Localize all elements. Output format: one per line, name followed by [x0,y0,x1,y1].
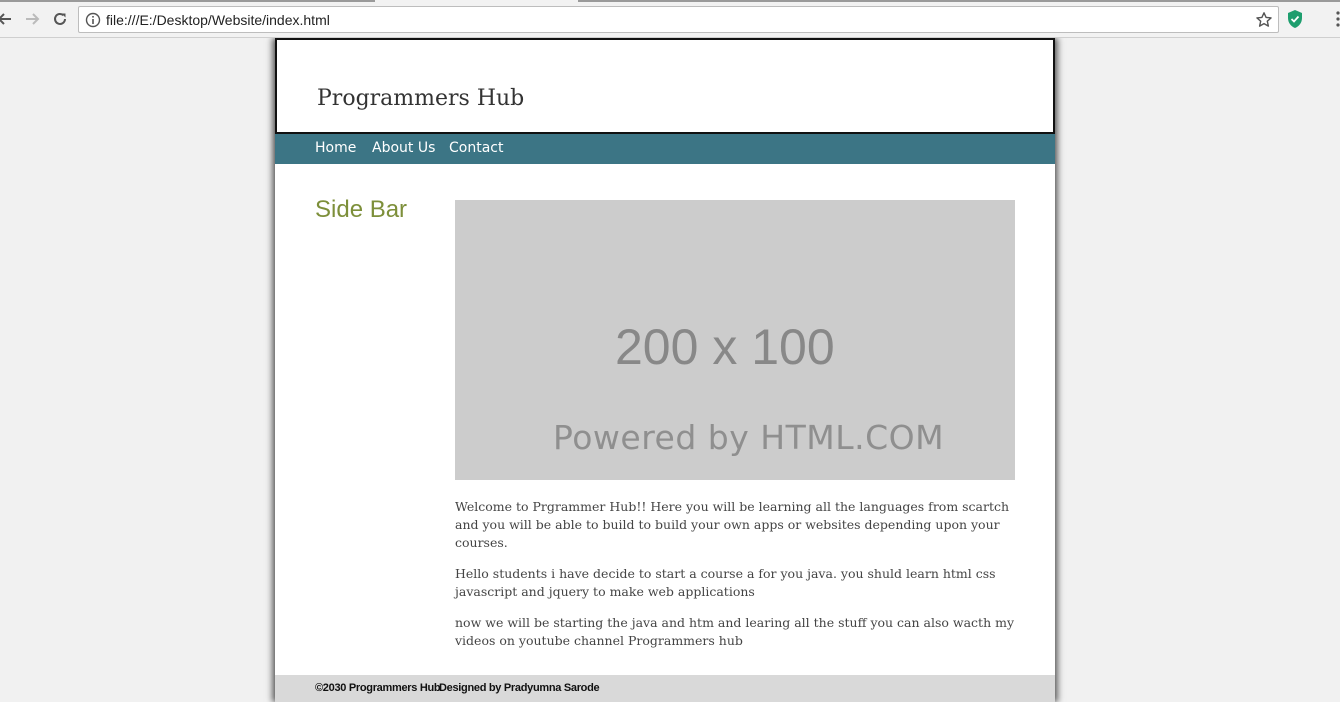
page-container: Programmers Hub Home About Us Contact Si… [275,38,1055,702]
footer-copyright: ©2030 Programmers Hub [315,682,441,694]
main-nav: Home About Us Contact [275,134,1055,164]
content-paragraph: now we will be starting the java and htm… [455,615,1015,648]
bookmark-star-icon[interactable] [1255,11,1273,29]
nav-link-home[interactable]: Home [315,140,356,156]
forward-arrow-icon [26,13,40,25]
nav-link-contact[interactable]: Contact [449,140,503,156]
browser-menu-icon[interactable] [1318,9,1340,29]
tab-strip-edge [0,0,375,2]
forward-button[interactable] [21,8,43,30]
placeholder-image: 200 x 100 Powered by HTML.COM [455,200,1015,480]
address-bar-url[interactable]: file:///E:/Desktop/Website/index.html [106,12,330,28]
footer-designer-name: Pradyumna Sarode [503,682,600,694]
info-icon[interactable] [85,12,101,28]
placeholder-powered-by: Powered by HTML.COM [553,418,945,457]
back-arrow-icon [0,13,11,25]
back-button[interactable] [0,8,16,30]
placeholder-dimensions: 200 x 100 [615,319,835,375]
site-header: Programmers Hub [275,38,1055,134]
browser-toolbar: file:///E:/Desktop/Website/index.html [0,0,1340,38]
reload-icon [54,12,66,25]
content-paragraph: Welcome to Prgrammer Hub!! Here you will… [455,499,1010,550]
page-viewport: Programmers Hub Home About Us Contact Si… [0,38,1340,702]
main-content: Welcome to Prgrammer Hub!! Here you will… [455,498,1017,663]
nav-link-about-us[interactable]: About Us [372,140,435,156]
site-footer: ©2030 Programmers Hub Designed by Pradyu… [275,675,1055,702]
content-paragraph: Hello students i have decide to start a … [455,566,996,599]
address-bar[interactable]: file:///E:/Desktop/Website/index.html [78,6,1279,33]
site-title: Programmers Hub [317,86,525,111]
footer-designed-by-label: Designed by [439,682,502,694]
reload-button[interactable] [49,8,71,30]
footer-credit: Designed by Pradyumna Sarode [439,682,600,694]
sidebar-title: Side Bar [315,196,408,223]
tab-strip-edge [578,0,1340,2]
shield-extension-icon[interactable] [1286,9,1304,29]
